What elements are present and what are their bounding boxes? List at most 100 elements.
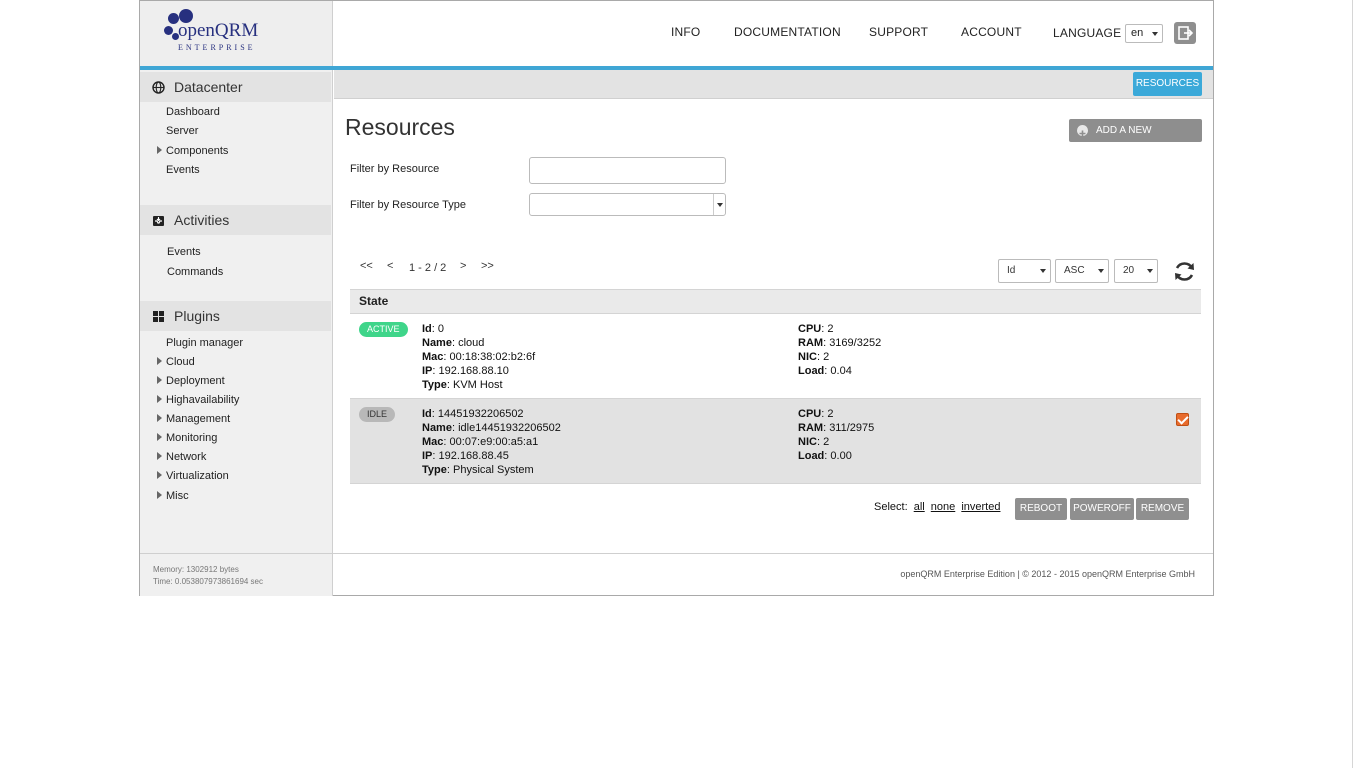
sidebar-item-deployment[interactable]: Deployment [166, 375, 225, 387]
pager-range: 1 - 2 / 2 [409, 262, 447, 274]
resources-table: State ACTIVE Id: 0 Name: cloud Mac: 00:1… [350, 289, 1201, 484]
pager-next-button[interactable]: > [460, 260, 466, 272]
reboot-button[interactable]: REBOOT [1015, 498, 1067, 520]
add-resource-button[interactable]: ADD A NEW RESOURCE [1069, 119, 1202, 159]
language-label: LANGUAGE [1053, 26, 1122, 40]
sort-field-select[interactable]: Id [998, 259, 1051, 283]
table-row[interactable]: IDLE Id: 14451932206502 Name: idle144519… [350, 399, 1201, 484]
sidebar-item-commands[interactable]: Commands [167, 266, 223, 278]
sidebar-section-title: Datacenter [174, 79, 243, 95]
sidebar-item-server[interactable]: Server [166, 125, 198, 137]
resource-name: cloud [458, 337, 485, 349]
globe-icon [152, 80, 165, 94]
add-resource-label: ADD A NEW RESOURCE [1096, 125, 1153, 159]
nav-documentation-link[interactable]: DOCUMENTATION [734, 25, 841, 39]
sidebar-section-datacenter[interactable]: Datacenter [140, 72, 331, 102]
sidebar-item-dashboard[interactable]: Dashboard [166, 106, 220, 118]
page-size-select[interactable]: 20 [1114, 259, 1158, 283]
select-inverted-link[interactable]: inverted [961, 501, 1000, 513]
resource-load: 0.04 [830, 365, 852, 377]
page-size-value: 20 [1123, 265, 1135, 276]
nav-support-link[interactable]: SUPPORT [869, 25, 928, 39]
copyright: openQRM Enterprise Edition | © 2012 - 20… [900, 569, 1195, 579]
page-title: Resources [345, 114, 455, 140]
chevron-down-icon [1098, 269, 1104, 273]
resource-type: Physical System [452, 464, 534, 476]
filter-type-label: Filter by Resource Type [350, 199, 466, 211]
filter-resource-label: Filter by Resource [350, 163, 440, 175]
resource-ram: 311/2975 [829, 422, 875, 434]
sidebar-item-network[interactable]: Network [166, 451, 206, 463]
footer-meta: Memory: 1302912 bytes Time: 0.0538079738… [140, 554, 333, 596]
resource-nic: 2 [823, 436, 830, 448]
caret-right-icon[interactable] [157, 395, 162, 403]
caret-right-icon[interactable] [157, 357, 162, 365]
sidebar-item-cloud[interactable]: Cloud [166, 356, 195, 368]
memory-usage: Memory: 1302912 bytes [153, 565, 239, 574]
footer: Memory: 1302912 bytes Time: 0.0538079738… [140, 553, 1213, 596]
sidebar-item-misc[interactable]: Misc [166, 490, 189, 502]
logo[interactable]: openQRM ENTERPRISE [140, 1, 333, 67]
resource-stats: CPU: 2 RAM: 3169/3252 NIC: 2 Load: 0.04 [798, 323, 882, 377]
sidebar-item-virtualization[interactable]: Virtualization [166, 470, 229, 482]
select-label: Select: [874, 501, 908, 513]
row-checkbox[interactable] [1176, 413, 1189, 426]
logout-button[interactable] [1174, 22, 1196, 44]
resources-button[interactable]: RESOURCES [1133, 72, 1202, 96]
sidebar-item-plugin-manager[interactable]: Plugin manager [166, 337, 243, 349]
inbox-icon [153, 215, 164, 226]
app-frame: openQRM ENTERPRISE INFO DOCUMENTATION SU… [139, 0, 1214, 596]
pager-last-button[interactable]: >> [481, 260, 494, 272]
remove-button[interactable]: REMOVE [1136, 498, 1189, 520]
language-value: en [1131, 27, 1144, 39]
caret-right-icon[interactable] [157, 471, 162, 479]
chevron-down-icon [1147, 269, 1153, 273]
sidebar-section-plugins[interactable]: Plugins [140, 301, 331, 331]
resource-ram: 3169/3252 [829, 337, 882, 349]
resource-cpu: 2 [827, 408, 834, 420]
caret-right-icon[interactable] [157, 433, 162, 441]
language-select[interactable]: en [1125, 24, 1163, 43]
nav-info-link[interactable]: INFO [671, 25, 700, 39]
refresh-icon[interactable] [1172, 259, 1197, 284]
caret-right-icon[interactable] [157, 414, 162, 422]
select-all-link[interactable]: all [914, 501, 925, 513]
sidebar-item-highavailability[interactable]: Highavailability [166, 394, 239, 406]
filter-type-select[interactable] [529, 193, 726, 216]
resource-mac: 00:07:e9:00:a5:a1 [449, 436, 539, 448]
caret-right-icon[interactable] [157, 146, 162, 154]
status-badge: ACTIVE [359, 322, 408, 337]
resource-details: Id: 0 Name: cloud Mac: 00:18:38:02:b2:6f… [422, 323, 536, 391]
sidebar-item-events[interactable]: Events [166, 164, 200, 176]
caret-right-icon[interactable] [157, 376, 162, 384]
nav-account-link[interactable]: ACCOUNT [961, 25, 1022, 39]
caret-right-icon[interactable] [157, 452, 162, 460]
resource-id: 14451932206502 [437, 408, 524, 420]
caret-right-icon[interactable] [157, 491, 162, 499]
logout-icon [1178, 26, 1194, 40]
resource-stats: CPU: 2 RAM: 311/2975 NIC: 2 Load: 0.00 [798, 408, 875, 462]
poweroff-button[interactable]: POWEROFF [1070, 498, 1134, 520]
render-time: Time: 0.053807973861694 sec [153, 577, 264, 586]
sidebar-item-monitoring[interactable]: Monitoring [166, 432, 217, 444]
pager-first-button[interactable]: << [360, 260, 373, 272]
plus-circle-icon [1077, 125, 1088, 137]
vertical-scrollbar[interactable] [1352, 0, 1366, 768]
pager-prev-button[interactable]: < [387, 260, 393, 272]
sort-order-value: ASC [1064, 265, 1085, 276]
sort-order-select[interactable]: ASC [1055, 259, 1109, 283]
table-row[interactable]: ACTIVE Id: 0 Name: cloud Mac: 00:18:38:0… [350, 314, 1201, 399]
table-header-state[interactable]: State [350, 289, 1201, 314]
filter-resource-input[interactable] [529, 157, 726, 184]
sidebar-item-components[interactable]: Components [166, 145, 228, 157]
sort-field-value: Id [1007, 265, 1016, 276]
resource-details: Id: 14451932206502 Name: idle14451932206… [422, 408, 561, 476]
sidebar-section-activities[interactable]: Activities [140, 205, 331, 235]
resource-ip: 192.168.88.45 [438, 450, 509, 462]
sidebar-item-events[interactable]: Events [167, 246, 201, 258]
resource-name: idle14451932206502 [458, 422, 561, 434]
sidebar-item-management[interactable]: Management [166, 413, 230, 425]
select-none-link[interactable]: none [931, 501, 955, 513]
status-badge: IDLE [359, 407, 396, 422]
sidebar: Datacenter Dashboard Server Components E… [140, 70, 333, 553]
